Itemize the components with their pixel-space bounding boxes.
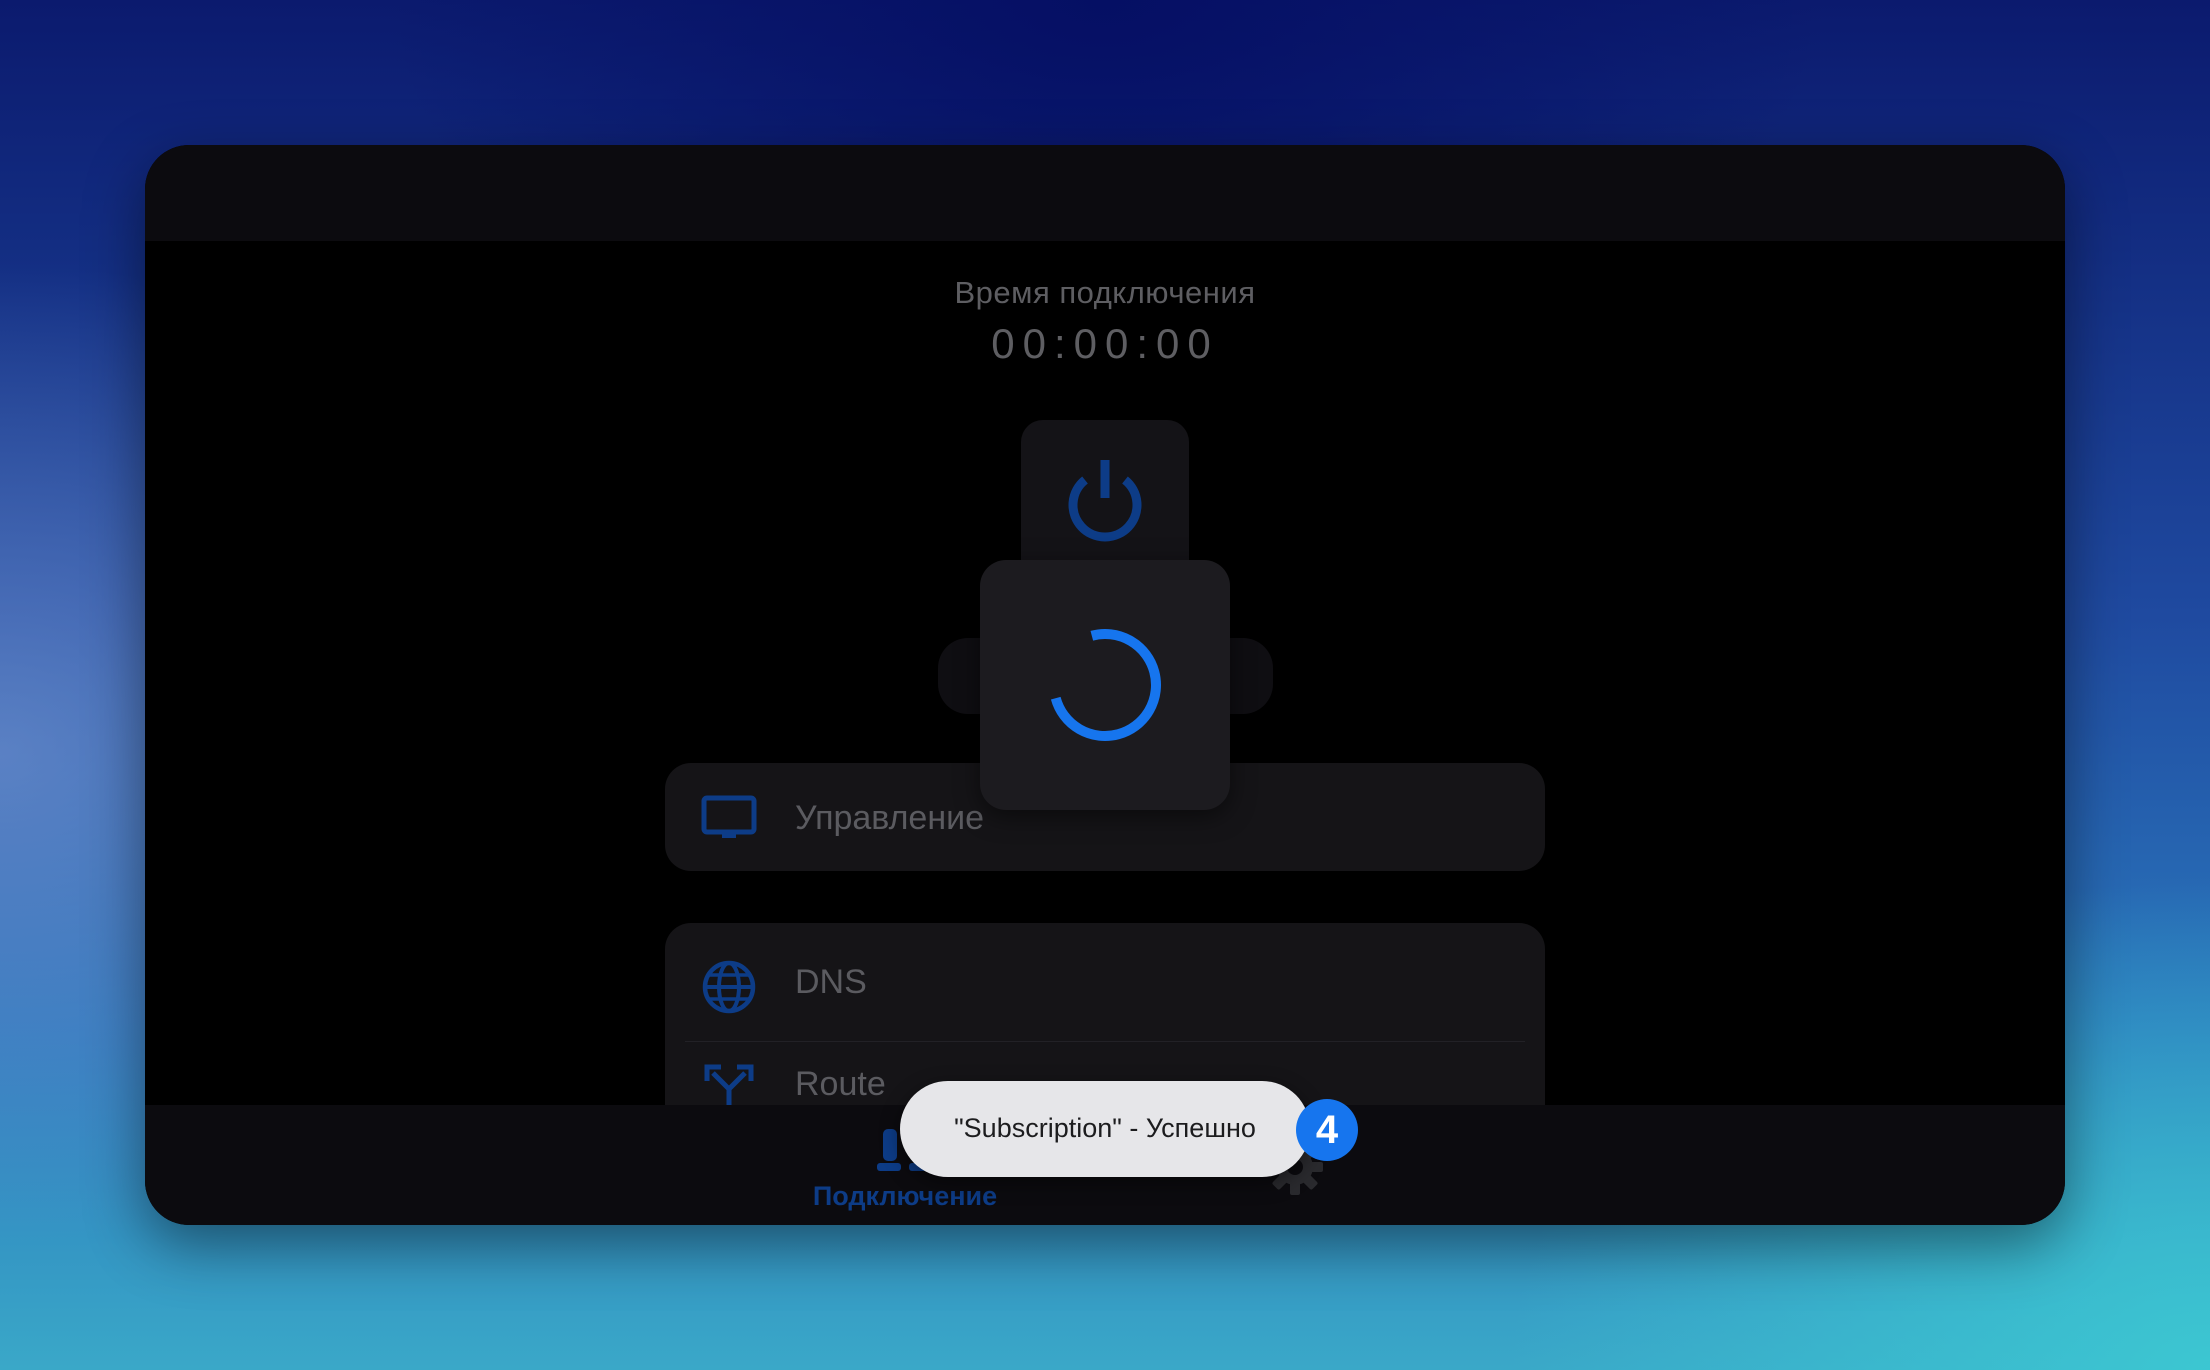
spinner-icon — [1050, 629, 1161, 741]
monitor-icon — [701, 795, 757, 848]
connection-time-value: 00:00:00 — [991, 320, 1219, 367]
top-bar — [145, 145, 2065, 241]
dns-label: DNS — [795, 963, 867, 1001]
app-window: Время подключения 00:00:00 Управление DN… — [145, 145, 2065, 1225]
toast-notification: "Subscription" - Успешно — [900, 1081, 1310, 1177]
connection-time-label: Время подключения — [954, 275, 1256, 310]
power-icon — [1068, 460, 1142, 542]
loading-dialog — [980, 560, 1230, 810]
route-label: Route — [795, 1065, 886, 1103]
nav-connect-label: Подключение — [812, 1181, 998, 1211]
manage-label: Управление — [795, 799, 985, 837]
dns-row[interactable]: DNS — [665, 931, 1545, 1031]
globe-icon — [701, 959, 757, 1020]
toast-message: "Subscription" - Успешно — [954, 1113, 1256, 1143]
toast-count-badge: 4 — [1296, 1099, 1358, 1161]
